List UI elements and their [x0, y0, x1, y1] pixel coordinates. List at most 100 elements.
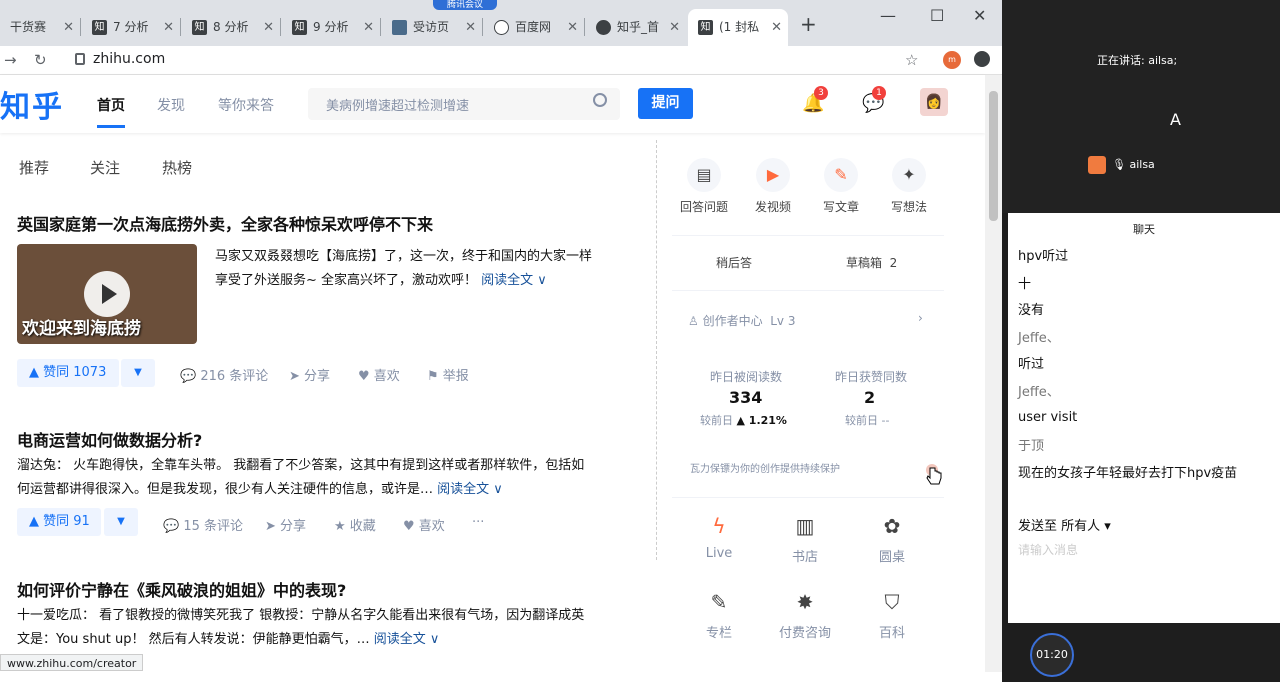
subtab-recommend[interactable]: 推荐: [19, 157, 49, 178]
roundtable-link[interactable]: ✿ 圆桌: [862, 514, 922, 565]
tab-7[interactable]: 知乎_首 ✕: [586, 9, 686, 46]
tab-4[interactable]: 知 9 分析 ✕: [282, 9, 380, 46]
tab-3[interactable]: 知 8 分析 ✕: [182, 9, 280, 46]
maximize-icon[interactable]: ☐: [930, 6, 944, 25]
subtab-follow[interactable]: 关注: [90, 157, 120, 178]
share-label: 分享: [304, 369, 331, 384]
feed-excerpt[interactable]: 溜达兔： 火车跑得快，全靠车头带。 我翻看了不少答案，这其中有提到这样或者那样软…: [17, 454, 647, 502]
microphone-icon: 🎙: [1112, 158, 1126, 171]
write-idea-button[interactable]: ✦ 写想法: [881, 158, 937, 215]
lock-icon: [75, 53, 85, 65]
feed-excerpt[interactable]: 马家又双叒叕想吃【海底捞】了，这一次，终于和国内的大家一样 享受了外送服务~ 全…: [215, 245, 592, 293]
window-close-icon[interactable]: ✕: [973, 6, 986, 25]
excerpt-line: 何运营都讲得很深入。但是我发现，很少有人关注硬件的信息，或许是…: [17, 482, 434, 497]
participant-name: ailsa: [1129, 158, 1155, 171]
nav-home[interactable]: 首页: [97, 95, 125, 115]
downvote-button[interactable]: ▼: [121, 359, 155, 387]
close-icon[interactable]: ✕: [163, 9, 174, 46]
feed-item-title[interactable]: 如何评价宁静在《乘风破浪的姐姐》中的表现?: [17, 577, 346, 601]
lightning-icon: ϟ: [712, 514, 726, 538]
close-icon[interactable]: ✕: [263, 9, 274, 46]
drafts-link[interactable]: 草稿箱 2: [846, 254, 897, 271]
change-label: 较前日: [845, 414, 878, 427]
speaker-area: 正在讲话: ailsa; A 🎙 ailsa: [1002, 0, 1280, 213]
tab-6[interactable]: 百度网 ✕: [484, 9, 584, 46]
action-label: 回答问题: [679, 200, 728, 214]
new-tab-button[interactable]: +: [800, 12, 817, 36]
tab-bar: 腾讯会议 干货赛 ✕ 知7 分析 ✕ 知8 分析 ✕ 知9 分析 ✕ 受访页 ✕ 百度网 ✕…: [0, 0, 1002, 46]
close-icon[interactable]: ✕: [567, 9, 578, 46]
live-link[interactable]: ϟ Live: [689, 514, 749, 561]
url-field[interactable]: zhihu.com: [93, 51, 165, 67]
tab-label: 干货赛: [10, 20, 47, 34]
video-thumbnail[interactable]: 欢迎来到海底捞: [17, 244, 197, 344]
close-icon[interactable]: ✕: [771, 9, 782, 46]
bookmark-star-icon[interactable]: ☆: [905, 51, 918, 69]
tab-8-active[interactable]: 知 (1 封私 ✕: [688, 9, 788, 46]
search-input[interactable]: 美病例增速超过检测增速: [308, 88, 620, 120]
write-article-button[interactable]: ✎ 写文章: [813, 158, 869, 215]
report-button[interactable]: ⚑ 举报: [427, 365, 469, 384]
like-button[interactable]: ♥ 喜欢: [403, 515, 445, 534]
send-to-select[interactable]: 发送至 所有人 ▾: [1018, 515, 1111, 534]
answer-later-link[interactable]: 稍后答: [716, 254, 752, 271]
bookstore-link[interactable]: ▥ 书店: [775, 514, 835, 565]
consult-icon: ✸: [796, 590, 814, 614]
chat-input[interactable]: 请输入消息: [1018, 541, 1078, 558]
comment-icon[interactable]: 💬 216 条评论: [180, 365, 268, 384]
tab-5[interactable]: 受访页 ✕: [382, 9, 482, 46]
upvote-button[interactable]: ▲ 赞同 1073: [17, 359, 119, 387]
update-icon[interactable]: [974, 51, 990, 67]
divider: [672, 235, 944, 236]
wiki-link[interactable]: ⛉ 百科: [862, 590, 922, 641]
scrollbar-thumb[interactable]: [989, 91, 998, 221]
ask-button[interactable]: 提问: [638, 88, 693, 119]
cloud-favicon-icon: [494, 20, 509, 35]
feed-item-title[interactable]: 电商运营如何做数据分析?: [17, 427, 202, 451]
excerpt-line: 享受了外送服务~ 全家高兴坏了，激动欢呼！: [215, 273, 478, 288]
share-button[interactable]: ➤ 分享: [289, 365, 330, 384]
collect-button[interactable]: ★ 收藏: [334, 515, 376, 534]
scrollbar[interactable]: [985, 75, 1002, 672]
tab-1[interactable]: 干货赛 ✕: [0, 9, 80, 46]
close-icon[interactable]: ✕: [63, 9, 74, 46]
read-more-link[interactable]: 阅读全文 ∨: [374, 632, 440, 647]
forward-icon[interactable]: →: [4, 51, 17, 69]
zhihu-logo[interactable]: 知乎: [0, 82, 64, 126]
answer-question-button[interactable]: ▤ 回答问题: [676, 158, 732, 215]
close-icon[interactable]: ✕: [363, 9, 374, 46]
divider: [672, 290, 944, 291]
paid-consult-link[interactable]: ✸ 付费咨询: [775, 590, 835, 641]
read-more-link[interactable]: 阅读全文 ∨: [481, 273, 547, 288]
creator-level: Lv 3: [770, 314, 796, 328]
comment-icon[interactable]: 💬 15 条评论: [163, 515, 243, 534]
nav-discover[interactable]: 发现: [157, 95, 185, 115]
tab-2[interactable]: 知 7 分析 ✕: [82, 9, 180, 46]
nav-answer[interactable]: 等你来答: [218, 95, 274, 115]
minimize-icon[interactable]: —: [880, 6, 896, 25]
close-icon[interactable]: ✕: [669, 9, 680, 46]
profile-avatar[interactable]: m: [943, 51, 961, 69]
action-label: 写想法: [890, 200, 927, 214]
chevron-right-icon[interactable]: ›: [918, 311, 923, 325]
upvote-button[interactable]: ▲ 赞同 91: [17, 508, 101, 536]
divider: [672, 497, 944, 498]
reload-icon[interactable]: ↻: [34, 51, 47, 69]
search-icon[interactable]: [593, 93, 607, 107]
feed-excerpt[interactable]: 十一爱吃瓜： 看了银教授的微博笑死我了 银教授：宁静从名字久能看出来很有气场，因…: [17, 604, 647, 652]
post-video-button[interactable]: ▶ 发视频: [745, 158, 801, 215]
creator-center-link[interactable]: ♙ 创作者中心 Lv 3: [688, 312, 795, 329]
participant-row[interactable]: 🎙 ailsa: [1088, 156, 1155, 174]
column-link[interactable]: ✎ 专栏: [689, 590, 749, 641]
close-icon[interactable]: ✕: [465, 9, 476, 46]
more-icon[interactable]: ···: [472, 515, 484, 530]
like-button[interactable]: ♥ 喜欢: [358, 365, 400, 384]
downvote-button[interactable]: ▼: [104, 508, 138, 536]
zhihu-favicon-icon: 知: [192, 20, 207, 35]
read-more-link[interactable]: 阅读全文 ∨: [437, 482, 503, 497]
subtab-hot[interactable]: 热榜: [162, 157, 192, 178]
feed-item-title[interactable]: 英国家庭第一次点海底捞外卖，全家各种惊呆欢呼停不下来: [17, 211, 433, 235]
user-avatar[interactable]: 👩: [920, 88, 948, 116]
play-icon[interactable]: [84, 271, 130, 317]
share-button[interactable]: ➤ 分享: [265, 515, 306, 534]
